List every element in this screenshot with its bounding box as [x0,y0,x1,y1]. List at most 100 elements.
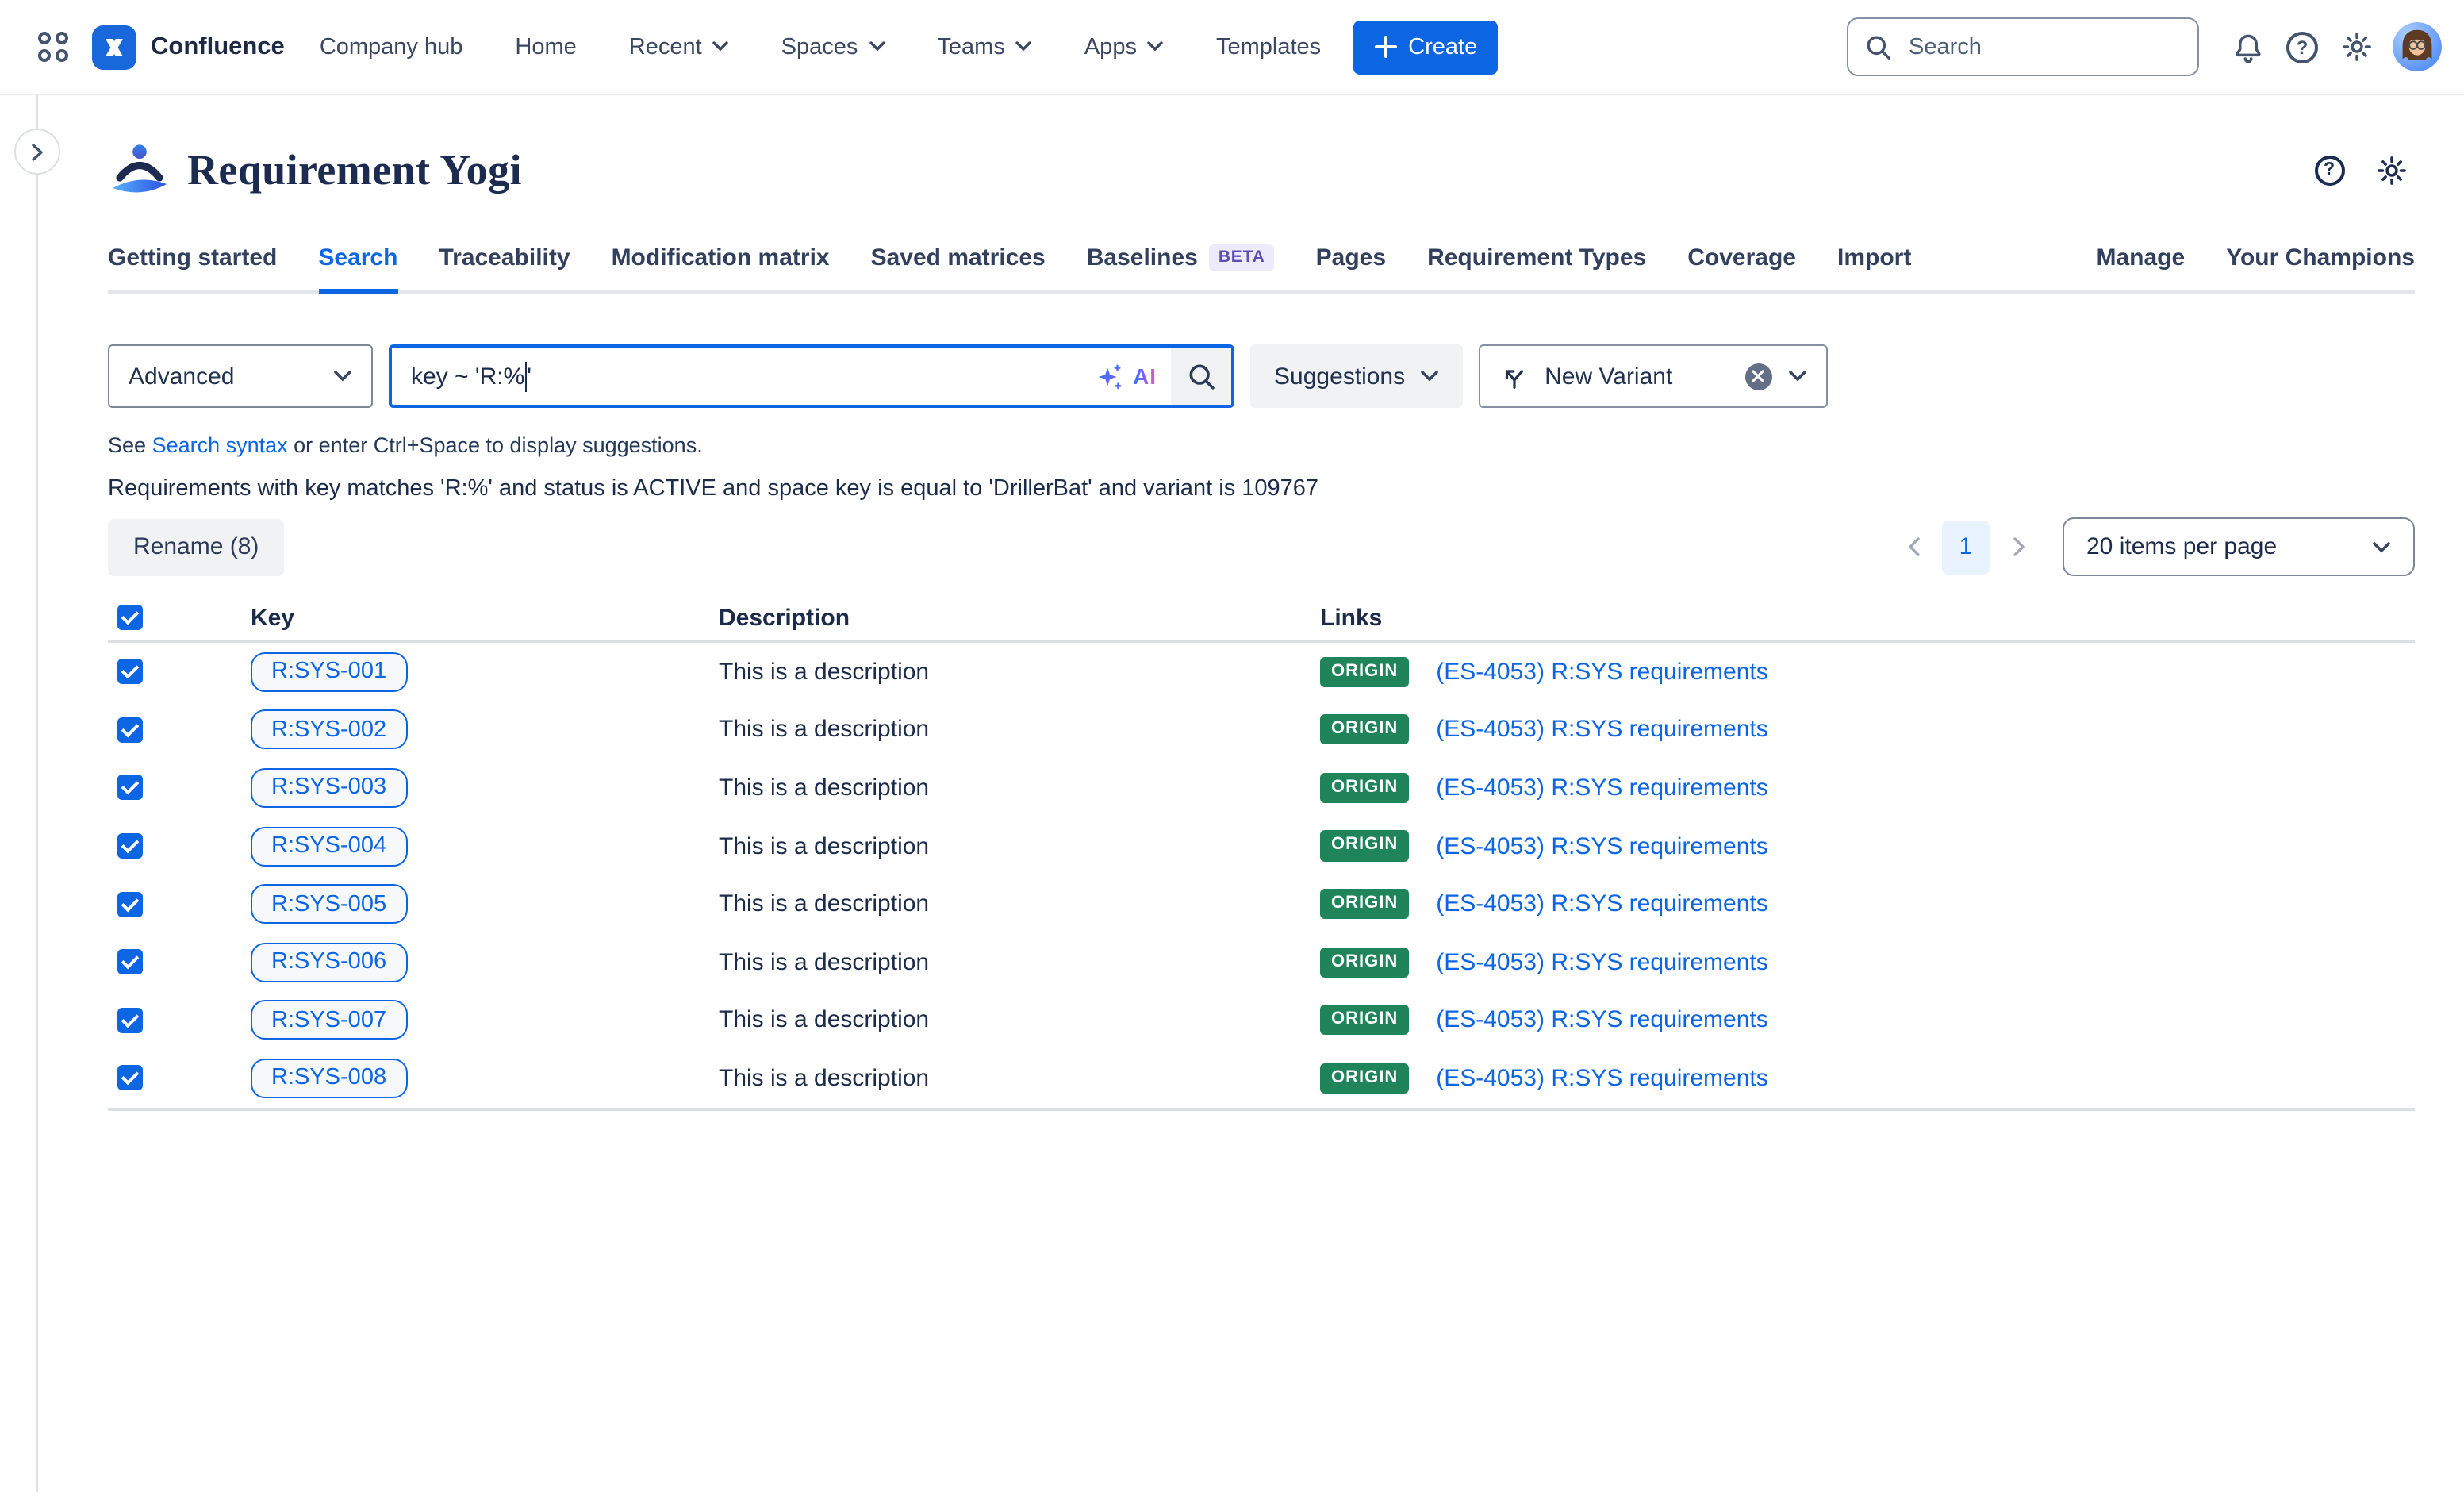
requirement-description: This is a description [719,1007,1320,1034]
current-page[interactable]: 1 [1942,520,1990,574]
chevron-down-icon [2372,540,2391,553]
chevron-down-icon [869,41,885,52]
panel-tabs: Getting started Search Traceability Modi… [108,244,2415,294]
requirement-link[interactable]: (ES-4053) R:SYS requirements [1436,832,1768,859]
page: Confluence Company hub Home Recent Space… [0,0,2464,1503]
panel-gear-icon[interactable] [2367,146,2415,194]
column-header-key: Key [251,604,719,631]
requirement-link[interactable]: (ES-4053) R:SYS requirements [1436,890,1768,917]
table-row: R:SYS-008 This is a description ORIGIN(E… [108,1049,2415,1107]
run-search-button[interactable] [1171,348,1231,405]
gear-icon[interactable] [2329,20,2383,74]
requirement-description: This is a description [719,659,1320,686]
requirement-key-pill[interactable]: R:SYS-002 [251,710,407,750]
nav-recent[interactable]: Recent [629,34,729,60]
avatar[interactable] [2393,22,2442,71]
row-checkbox[interactable] [117,833,143,859]
requirement-key-pill[interactable]: R:SYS-008 [251,1059,407,1098]
nav-spaces[interactable]: Spaces [781,34,885,60]
results-table: Key Description Links R:SYS-001 This is … [108,595,2415,1111]
requirement-link[interactable]: (ES-4053) R:SYS requirements [1436,659,1768,686]
row-checkbox[interactable] [117,717,143,743]
tab-manage[interactable]: Manage [2096,244,2185,290]
requirement-description: This is a description [719,832,1320,859]
search-controls: Advanced key ~ 'R:%' [108,344,2415,408]
nav-templates[interactable]: Templates [1216,34,1321,60]
tab-your-champions[interactable]: Your Champions [2226,244,2415,290]
tab-search[interactable]: Search [318,244,397,294]
nav-company-hub[interactable]: Company hub [320,34,463,60]
requirement-link[interactable]: (ES-4053) R:SYS requirements [1436,949,1768,976]
next-page-icon[interactable] [2001,523,2036,571]
requirement-key-pill[interactable]: R:SYS-001 [251,652,407,692]
table-header: Key Description Links [108,595,2415,643]
requirement-key-pill[interactable]: R:SYS-006 [251,943,407,982]
query-description: Requirements with key matches 'R:%' and … [108,476,2415,502]
row-checkbox[interactable] [117,891,143,917]
sparkle-ai-icon [1095,361,1125,391]
global-nav: Company hub Home Recent Spaces Teams App… [320,34,1321,60]
chevron-down-icon [1016,41,1032,52]
tab-import[interactable]: Import [1837,244,1911,290]
items-per-page-select[interactable]: 20 items per page [2063,517,2415,576]
row-checkbox[interactable] [117,1066,143,1091]
tab-getting-started[interactable]: Getting started [108,244,277,290]
chevron-down-icon [1787,370,1806,382]
help-icon[interactable]: ? [2275,20,2329,74]
nav-apps[interactable]: Apps [1084,34,1164,60]
row-checkbox[interactable] [117,950,143,975]
row-checkbox[interactable] [117,659,143,685]
tab-saved-matrices[interactable]: Saved matrices [871,244,1046,290]
suggestions-button[interactable]: Suggestions [1250,344,1462,408]
ai-group[interactable]: AI [1095,361,1157,391]
panel-help-icon[interactable]: ? [2305,146,2353,194]
search-syntax-link[interactable]: Search syntax [152,433,288,457]
panel-header: Requirement Yogi ? [108,133,2415,206]
tab-modification-matrix[interactable]: Modification matrix [612,244,830,290]
requirement-link[interactable]: (ES-4053) R:SYS requirements [1436,775,1768,801]
select-all-checkbox[interactable] [117,605,143,630]
tab-traceability[interactable]: Traceability [439,244,570,290]
results-toolbar: Rename (8) 1 20 items per page [108,517,2415,576]
requirement-key-pill[interactable]: R:SYS-007 [251,1001,407,1040]
global-search-box[interactable] [1847,17,2199,76]
clear-variant-icon[interactable] [1744,363,1771,390]
global-search-input[interactable] [1906,33,2182,61]
expand-sidebar-button[interactable] [14,129,60,175]
requirement-link[interactable]: (ES-4053) R:SYS requirements [1436,1007,1768,1034]
origin-badge: ORIGIN [1320,656,1409,686]
rename-button[interactable]: Rename (8) [108,518,284,575]
variant-icon [1499,361,1529,391]
app-switcher-icon[interactable] [25,20,79,74]
nav-home[interactable]: Home [515,34,576,60]
chevron-down-icon [713,41,729,52]
requirement-description: This is a description [719,1065,1320,1092]
query-input[interactable]: key ~ 'R:%' AI [389,344,1234,408]
pagination: 1 [1896,520,2036,574]
requirement-key-pill[interactable]: R:SYS-004 [251,826,407,866]
requirement-key-pill[interactable]: R:SYS-005 [251,884,407,924]
confluence-logo[interactable] [92,25,136,69]
requirement-key-pill[interactable]: R:SYS-003 [251,768,407,808]
tab-coverage[interactable]: Coverage [1687,244,1796,290]
syntax-help-text: See Search syntax or enter Ctrl+Space to… [108,433,2415,457]
prev-page-icon[interactable] [1896,523,1931,571]
tab-requirement-types[interactable]: Requirement Types [1427,244,1646,290]
requirement-link[interactable]: (ES-4053) R:SYS requirements [1436,717,1768,744]
origin-badge: ORIGIN [1320,715,1409,745]
beta-badge: BETA [1209,245,1275,271]
origin-badge: ORIGIN [1320,773,1409,803]
origin-badge: ORIGIN [1320,1005,1409,1036]
row-checkbox[interactable] [117,1008,143,1033]
origin-badge: ORIGIN [1320,889,1409,919]
row-checkbox[interactable] [117,775,143,801]
requirement-link[interactable]: (ES-4053) R:SYS requirements [1436,1065,1768,1092]
chevron-down-icon [1419,370,1438,382]
search-mode-select[interactable]: Advanced [108,344,373,408]
variant-select[interactable]: New Variant [1478,344,1827,408]
notifications-bell-icon[interactable] [2221,20,2275,74]
nav-teams[interactable]: Teams [937,34,1031,60]
tab-pages[interactable]: Pages [1316,244,1386,290]
tab-baselines[interactable]: Baselines BETA [1087,244,1275,290]
create-button[interactable]: Create [1353,20,1498,74]
